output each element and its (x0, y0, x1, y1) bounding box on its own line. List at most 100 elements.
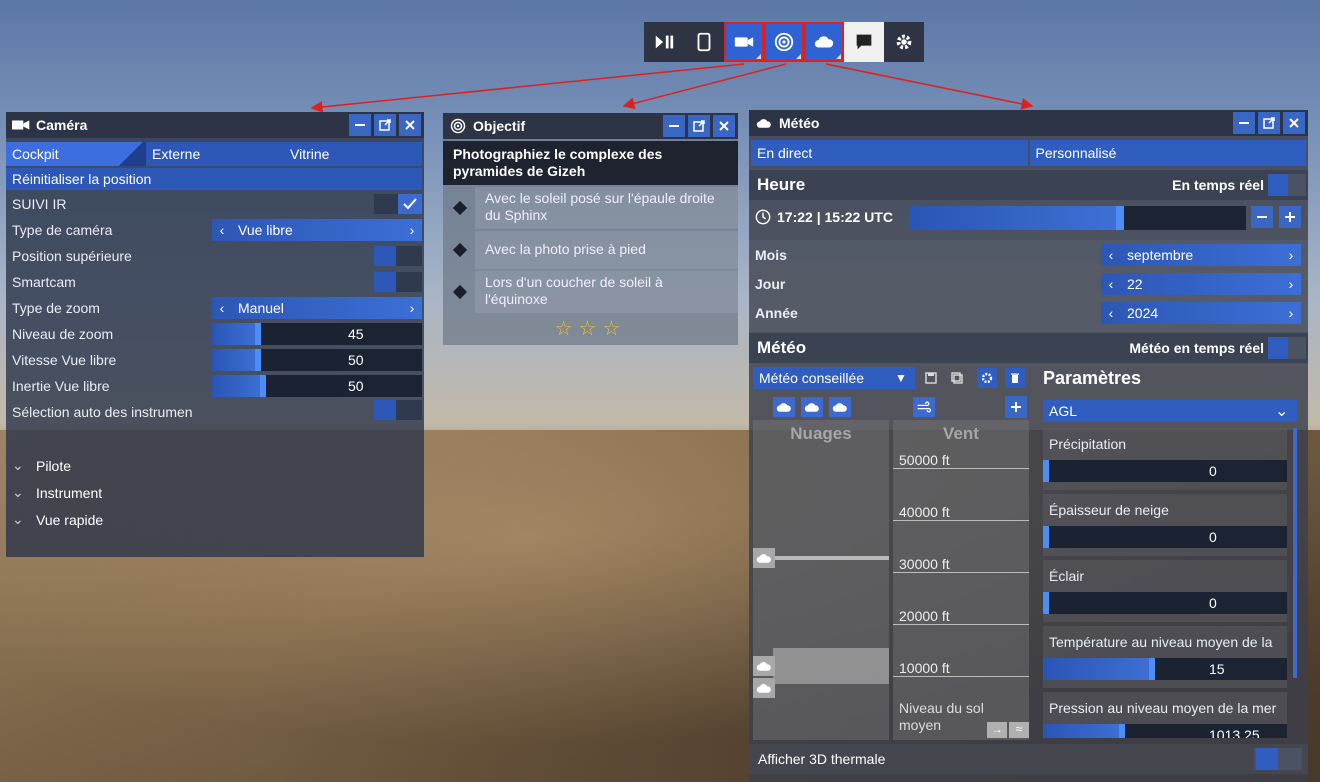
param-label: Pression au niveau moyen de la mer (1049, 700, 1277, 716)
cloud-layer-handle[interactable] (753, 656, 775, 676)
freelook-speed-value[interactable]: 50 (342, 349, 422, 371)
popout-button[interactable] (688, 115, 710, 137)
group-instrument[interactable]: ⌄ Instrument (12, 484, 102, 501)
chevron-left-icon[interactable]: ‹ (1101, 247, 1121, 263)
altitude-reference-dropdown[interactable]: AGL ⌄ (1043, 400, 1297, 422)
zoom-level-slider[interactable]: 45 (212, 323, 422, 345)
freelook-inertia-slider[interactable]: 50 (212, 375, 422, 397)
freelook-speed-slider[interactable]: 50 (212, 349, 422, 371)
selector-value: Manuel (238, 300, 284, 316)
wind-icon[interactable]: ≈ (1009, 722, 1029, 738)
add-layer-button[interactable] (1005, 396, 1027, 418)
group-pilote[interactable]: ⌄ Pilote (12, 457, 71, 474)
param-scrollbar[interactable] (1293, 428, 1297, 678)
cloud-layer-handle[interactable] (753, 548, 775, 568)
settings-button[interactable] (884, 22, 924, 62)
realtime-toggle[interactable] (1268, 174, 1306, 196)
objectif-titlebar[interactable]: Objectif (443, 113, 738, 139)
trash-icon[interactable] (1005, 368, 1025, 388)
copy-icon[interactable] (947, 368, 967, 388)
tab-en-direct[interactable]: En direct (751, 140, 1028, 166)
freelook-inertia-value[interactable]: 50 (342, 375, 422, 397)
play-pause-button[interactable] (644, 22, 684, 62)
chevron-left-icon[interactable]: ‹ (1101, 276, 1121, 292)
meteo-titlebar[interactable]: Météo (749, 110, 1308, 136)
wind-layer-add-button[interactable] (913, 397, 935, 417)
target-button[interactable] (764, 22, 804, 62)
chevron-right-icon[interactable]: › (402, 222, 422, 238)
realtime-weather-toggle[interactable] (1268, 337, 1306, 359)
day-selector[interactable]: ‹ 22 › (1101, 273, 1301, 295)
check-icon (403, 198, 417, 210)
weather-button[interactable] (804, 22, 844, 62)
tab-personnalise[interactable]: Personnalisé (1029, 140, 1306, 166)
time-slider[interactable] (909, 206, 1246, 230)
auto-instrument-toggle[interactable] (374, 400, 422, 420)
param-value[interactable]: 0 (1203, 592, 1287, 614)
zoom-type-selector[interactable]: ‹ Manuel › (212, 297, 422, 319)
weather-preset-dropdown[interactable]: Météo conseillée ▼ (753, 367, 915, 389)
param-item: Éclair 0 (1043, 560, 1287, 622)
top-position-toggle[interactable] (374, 246, 422, 266)
group-vue-rapide[interactable]: ⌄ Vue rapide (12, 511, 103, 528)
pressure-slider[interactable]: 1013.25 (1043, 724, 1287, 738)
close-button[interactable] (713, 115, 735, 137)
cloud-layer-add-button[interactable] (801, 397, 823, 417)
minimize-button[interactable] (349, 114, 371, 136)
cloud-layer-add-button[interactable] (773, 397, 795, 417)
chat-button[interactable] (844, 22, 884, 62)
lightning-slider[interactable]: 0 (1043, 592, 1287, 614)
reset-position-button[interactable]: Réinitialiser la position (6, 168, 422, 190)
camera-type-label: Type de caméra (12, 222, 113, 238)
gear-icon[interactable] (977, 368, 997, 388)
chevron-right-icon[interactable]: › (1281, 247, 1301, 263)
tablet-icon (697, 32, 711, 52)
year-label: Année (755, 305, 798, 321)
zoom-level-value[interactable]: 45 (342, 323, 422, 345)
minimize-button[interactable] (663, 115, 685, 137)
param-value[interactable]: 15 (1203, 658, 1287, 680)
temperature-slider[interactable]: 15 (1043, 658, 1287, 680)
snow-depth-slider[interactable]: 0 (1043, 526, 1287, 548)
popout-button[interactable] (1258, 112, 1280, 134)
chevron-down-icon: ⌄ (12, 511, 24, 527)
popout-button[interactable] (374, 114, 396, 136)
param-value[interactable]: 0 (1203, 460, 1287, 482)
chevron-left-icon[interactable]: ‹ (1101, 305, 1121, 321)
year-selector[interactable]: ‹ 2024 › (1101, 302, 1301, 324)
param-label: Température au niveau moyen de la (1049, 634, 1273, 650)
suivi-ir-toggle[interactable] (374, 194, 422, 214)
smartcam-toggle[interactable] (374, 272, 422, 292)
objective-item: Lors d'un coucher de soleil à l'équinoxe (443, 271, 738, 313)
chevron-right-icon[interactable]: › (1281, 276, 1301, 292)
cloud-layer-add-button[interactable] (829, 397, 851, 417)
param-value[interactable]: 1013.25 (1203, 724, 1287, 738)
camera-button[interactable] (724, 22, 764, 62)
tablet-button[interactable] (684, 22, 724, 62)
thermal-toggle[interactable] (1254, 748, 1302, 770)
param-scroll[interactable]: Précipitation 0 Épaisseur de neige 0 Écl… (1037, 428, 1291, 738)
cloud-layer-handle[interactable] (753, 678, 775, 698)
chevron-right-icon[interactable]: › (1281, 305, 1301, 321)
clouds-column[interactable]: Nuages (753, 420, 889, 740)
tab-vitrine[interactable]: Vitrine (284, 142, 422, 166)
tab-cockpit[interactable]: Cockpit (6, 142, 146, 166)
cloud-layer-block[interactable] (773, 648, 889, 684)
param-value[interactable]: 0 (1203, 526, 1287, 548)
chevron-left-icon[interactable]: ‹ (212, 300, 232, 316)
tab-externe[interactable]: Externe (146, 142, 284, 166)
chevron-left-icon[interactable]: ‹ (212, 222, 232, 238)
plus-button[interactable] (1279, 206, 1301, 228)
save-icon[interactable] (921, 368, 941, 388)
minimize-button[interactable] (1233, 112, 1255, 134)
minus-button[interactable] (1251, 206, 1273, 228)
arrow-right-icon[interactable]: → (987, 722, 1007, 738)
wind-column[interactable]: Vent 50000 ft 40000 ft 30000 ft 20000 ft… (893, 420, 1029, 740)
close-button[interactable] (399, 114, 421, 136)
chevron-right-icon[interactable]: › (402, 300, 422, 316)
camera-type-selector[interactable]: ‹ Vue libre › (212, 219, 422, 241)
precipitation-slider[interactable]: 0 (1043, 460, 1287, 482)
camera-titlebar[interactable]: Caméra (6, 112, 424, 138)
close-button[interactable] (1283, 112, 1305, 134)
month-selector[interactable]: ‹ septembre › (1101, 244, 1301, 266)
